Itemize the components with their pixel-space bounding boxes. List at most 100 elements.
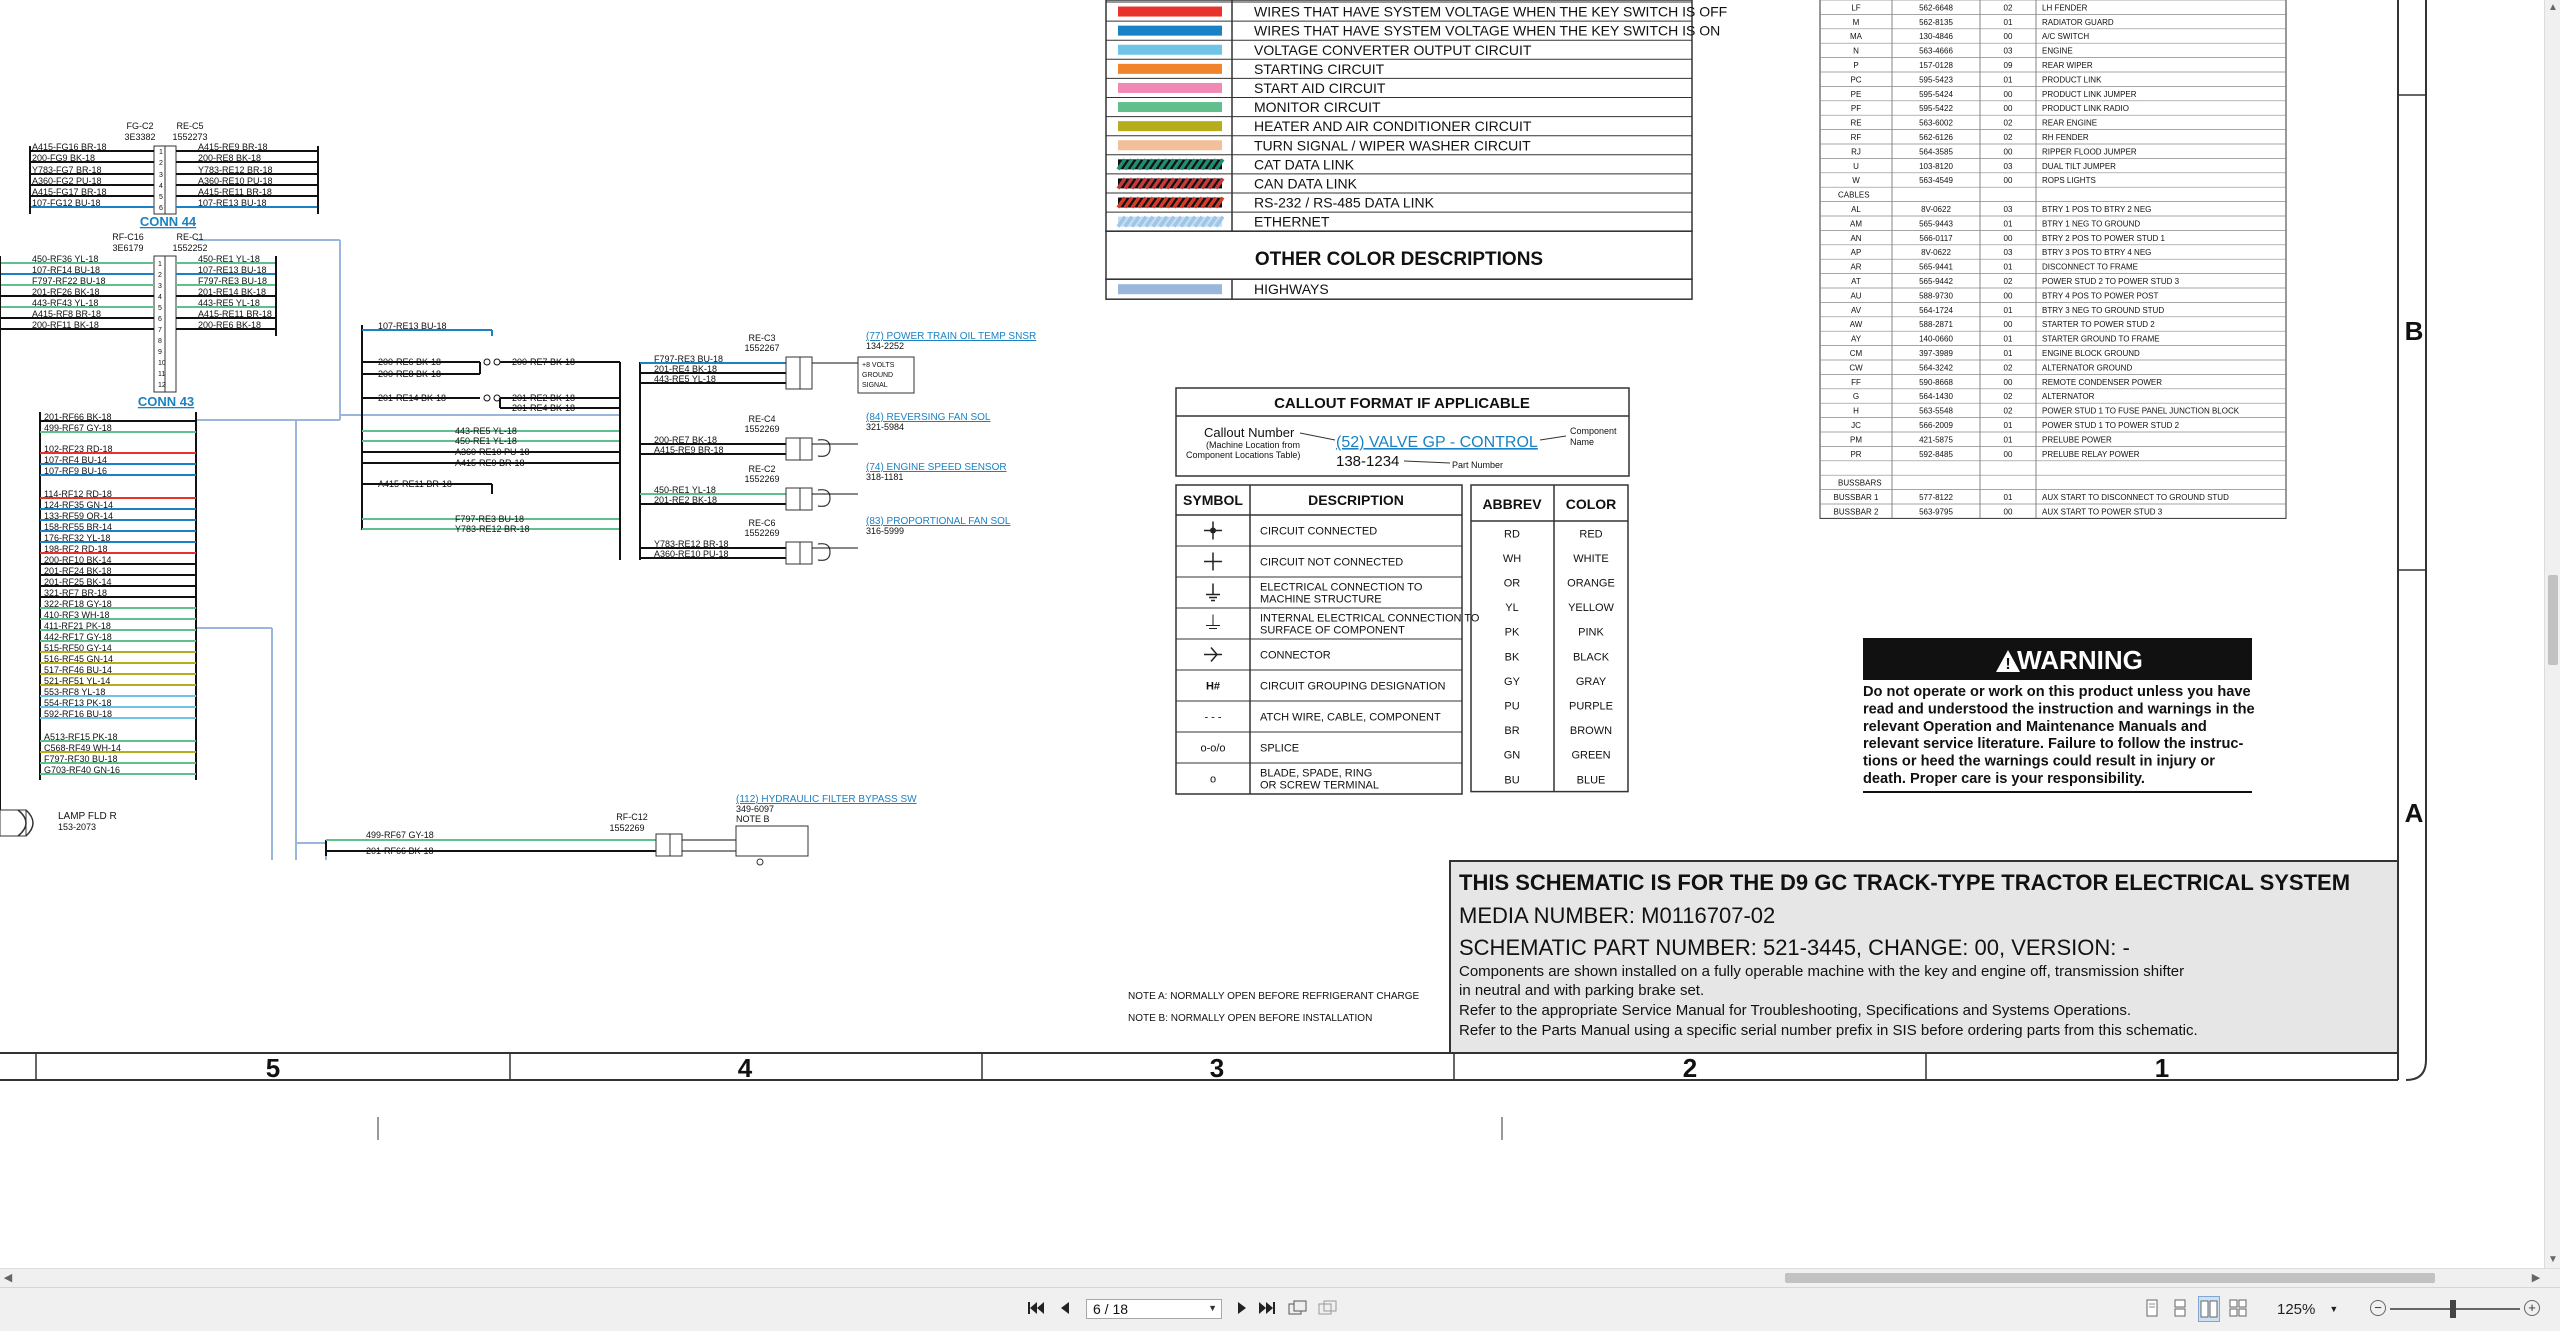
zoom-level-select[interactable]: 125% ▼ xyxy=(2277,1299,2361,1319)
component-part: 563-9795 xyxy=(1919,507,1953,516)
last-page-icon[interactable] xyxy=(1257,1296,1277,1320)
abbrev-code: BR xyxy=(1504,725,1519,737)
window-restore-icon[interactable] xyxy=(1288,1296,1308,1320)
component-part: 563-5548 xyxy=(1919,407,1953,416)
bus-wire-label: 176-RF32 YL-18 xyxy=(44,533,110,543)
component-code: CM xyxy=(1850,349,1863,358)
zoom-in-icon[interactable]: + xyxy=(2524,1300,2540,1316)
bus-wire-label: 114-RF12 RD-18 xyxy=(44,489,112,499)
component-part: 595-5423 xyxy=(1919,75,1953,84)
first-page-icon[interactable] xyxy=(1026,1296,1046,1320)
component-description: RH FENDER xyxy=(2042,133,2089,142)
page-dropdown-icon[interactable]: ▼ xyxy=(1208,1303,1217,1313)
abbrev-color-table: ABBREV COLOR RD RED WH WHITE OR ORANGE YL YELLOW P… xyxy=(1470,484,1629,793)
component-change: 01 xyxy=(2004,219,2013,228)
component-part: 565-9442 xyxy=(1919,277,1953,286)
bypass-connector-mate xyxy=(669,833,683,857)
page-number-field[interactable]: 6 / 18 ▼ xyxy=(1086,1299,1222,1319)
abbrev-code: OR xyxy=(1504,578,1521,590)
document-viewport[interactable]: 5 4 3 2 1 B A WIRES THAT HAVE SYSTEM VOLTAGE W… xyxy=(0,0,2544,1268)
mid-wire-label: 200-RE8 BK-18 xyxy=(378,369,441,379)
component-part: 588-2871 xyxy=(1919,320,1953,329)
component-change: 02 xyxy=(2004,392,2013,401)
navigation-statusbar: 6 / 18 ▼ 125% ▼ − + xyxy=(0,1287,2560,1331)
component-code: AV xyxy=(1851,306,1862,315)
symbol-description: MACHINE STRUCTURE xyxy=(1260,594,1382,606)
bus-wire-label: F797-RF30 BU-18 xyxy=(44,754,118,764)
symbol-description: ELECTRICAL CONNECTION TO xyxy=(1260,582,1423,594)
mid-wire-label: A415-RE11 BR-18 xyxy=(378,479,452,489)
conn43-right-wire-label: 443-RE5 YL-18 xyxy=(198,298,260,308)
scroll-right-icon[interactable]: ▶ xyxy=(2528,1269,2544,1287)
zoom-dropdown-icon[interactable]: ▼ xyxy=(2329,1304,2338,1314)
conn43-left-id: RF-C16 xyxy=(112,232,144,242)
horizontal-scroll-thumb[interactable] xyxy=(1785,1273,2435,1283)
sensor-connector-id: RE-C4 xyxy=(748,414,775,424)
component-part: 564-1430 xyxy=(1919,392,1953,401)
component-description: PRODUCT LINK JUMPER xyxy=(2042,90,2137,99)
callout-component-label: Component xyxy=(1570,426,1617,436)
bypass-switch-body xyxy=(735,825,809,857)
scroll-down-icon[interactable]: ▼ xyxy=(2545,1252,2560,1268)
abbrev-color: GRAY xyxy=(1576,676,1607,688)
component-part: 577-8122 xyxy=(1919,493,1953,502)
sensor-connector-mate xyxy=(799,437,813,461)
conn43-left-wire-label: 107-RF14 BU-18 xyxy=(32,265,100,275)
conn43-right-wire-label: F797-RE3 BU-18 xyxy=(198,276,267,286)
schematic-sheet: 5 4 3 2 1 B A WIRES THAT HAVE SYSTEM VOLTAGE W… xyxy=(0,0,2427,1140)
sensor-connector-body xyxy=(785,356,801,390)
conn44-left-part: 3E3382 xyxy=(124,132,155,142)
bus-wire-label: 133-RF59 OR-14 xyxy=(44,511,113,521)
component-code: BUSSBAR 2 xyxy=(1834,507,1879,516)
callout-part-label: Part Number xyxy=(1452,460,1503,470)
component-description: BTRY 3 NEG TO GROUND STUD xyxy=(2042,306,2164,315)
conn43-left-wire-label: A415-RF8 BR-18 xyxy=(32,309,101,319)
conn43-pin: 5 xyxy=(158,305,162,312)
mid-wire-label: 107-RE13 BU-18 xyxy=(378,321,447,331)
vertical-scroll-thumb[interactable] xyxy=(2548,575,2558,665)
abbrev-color: PINK xyxy=(1578,627,1604,639)
sensor-connector-part: 1552267 xyxy=(744,343,779,353)
component-code: N xyxy=(1853,47,1859,56)
bus-wire-label: 521-RF51 YL-14 xyxy=(44,676,110,686)
component-part: 563-4666 xyxy=(1919,47,1953,56)
single-page-view-icon[interactable] xyxy=(2142,1296,2162,1320)
warning-icon-mark: ! xyxy=(2005,656,2010,673)
component-code: AL xyxy=(1851,205,1861,214)
horizontal-scrollbar[interactable]: ◀ ▶ xyxy=(0,1268,2560,1287)
window-compare-icon[interactable] xyxy=(1318,1296,1338,1320)
bus-wire-label: G703-RF40 GN-16 xyxy=(44,765,120,775)
sensor-connector-mate xyxy=(799,541,813,565)
continuous-facing-view-icon[interactable] xyxy=(2228,1296,2248,1320)
callout-part-number: 138-1234 xyxy=(1336,453,1399,470)
scroll-left-icon[interactable]: ◀ xyxy=(0,1269,16,1287)
component-part: 562-6126 xyxy=(1919,133,1953,142)
continuous-view-icon[interactable] xyxy=(2170,1296,2190,1320)
next-page-icon[interactable] xyxy=(1232,1296,1252,1320)
component-change: 00 xyxy=(2004,147,2013,156)
component-description: DISCONNECT TO FRAME xyxy=(2042,263,2138,272)
previous-page-icon[interactable] xyxy=(1055,1296,1075,1320)
title-line-5: in neutral and with parking brake set. xyxy=(1459,982,1704,999)
symbol-description: BLADE, SPADE, RING xyxy=(1260,768,1372,780)
component-description: ALTERNATOR GROUND xyxy=(2042,363,2132,372)
component-change: 00 xyxy=(2004,176,2013,185)
symbol-description: CIRCUIT GROUPING DESIGNATION xyxy=(1260,681,1445,693)
symbol-glyph: H# xyxy=(1206,681,1220,693)
sensor-wire-label: Y783-RE12 BR-18 xyxy=(654,539,729,549)
component-description: PRELUBE RELAY POWER xyxy=(2042,450,2140,459)
bus-wire-label: 411-RF21 PK-18 xyxy=(44,621,111,631)
component-description: RADIATOR GUARD xyxy=(2042,18,2114,27)
scroll-up-icon[interactable]: ▲ xyxy=(2545,0,2560,16)
sensor-wire-label: F797-RE3 BU-18 xyxy=(654,354,723,364)
component-description: BTRY 4 POS TO POWER POST xyxy=(2042,291,2158,300)
component-code: CW xyxy=(1849,363,1863,372)
zoom-slider-handle[interactable] xyxy=(2450,1300,2456,1318)
facing-view-icon[interactable] xyxy=(2198,1296,2220,1322)
sensor-connector-part: 1552269 xyxy=(744,424,779,434)
zoom-out-icon[interactable]: − xyxy=(2370,1300,2386,1316)
legend-label: CAN DATA LINK xyxy=(1254,175,1358,191)
symbol-description: OR SCREW TERMINAL xyxy=(1260,780,1379,792)
vertical-scrollbar[interactable]: ▲ ▼ xyxy=(2544,0,2560,1268)
sensor-wire-label: 201-RE4 BK-18 xyxy=(654,364,717,374)
